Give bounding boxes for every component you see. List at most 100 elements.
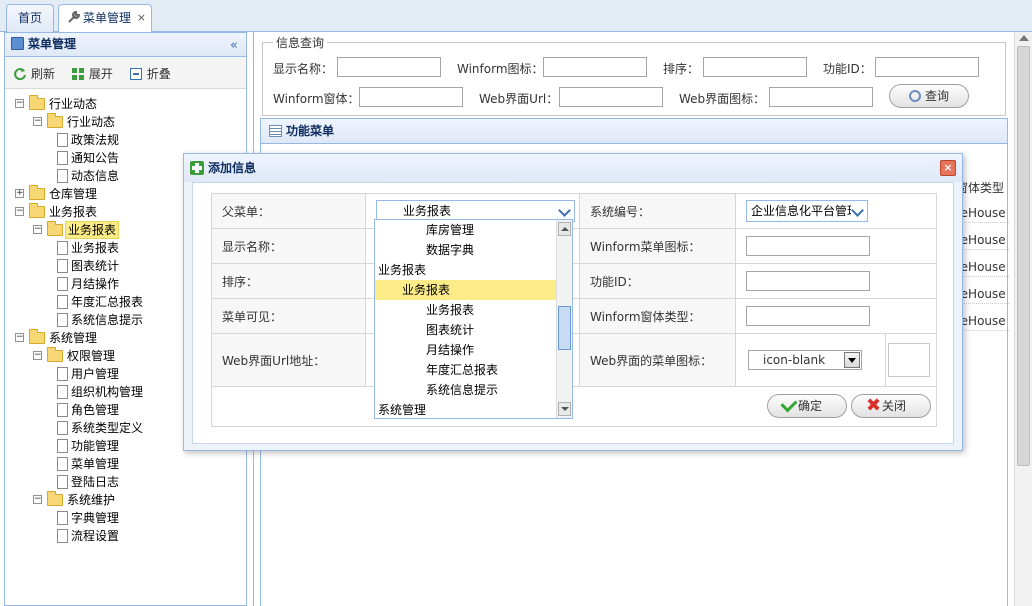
system-no-value: 企业信息化平台管理 xyxy=(751,204,860,218)
query-web-icon-input[interactable] xyxy=(769,87,873,107)
tree-node-label: 组织机构管理 xyxy=(71,385,144,399)
tree-node[interactable]: 流程设置 xyxy=(5,527,245,545)
query-sort-input[interactable] xyxy=(703,57,807,77)
web-icon-value: icon-blank xyxy=(763,353,826,367)
dropdown-item[interactable]: 业务报表 xyxy=(375,280,556,300)
page-scrollbar[interactable] xyxy=(1014,32,1032,606)
close-icon: ✖ xyxy=(866,395,882,416)
book-icon xyxy=(11,37,24,50)
tab-menu-management[interactable]: 菜单管理 × xyxy=(58,4,152,33)
winform-type-input[interactable] xyxy=(746,306,870,326)
collapse-node-icon[interactable]: − xyxy=(33,225,42,234)
folder-icon xyxy=(29,329,45,344)
tree-node-label: 流程设置 xyxy=(71,529,120,543)
tree-node-label: 业务报表 xyxy=(71,241,120,255)
scroll-down-icon[interactable] xyxy=(558,402,571,416)
dropdown-item[interactable]: 年度汇总报表 xyxy=(375,360,556,380)
tree-node[interactable]: 菜单管理 xyxy=(5,455,245,473)
collapse-node-icon[interactable]: − xyxy=(33,351,42,360)
collapse-node-icon[interactable]: − xyxy=(15,207,24,216)
web-url-label: Web界面Url地址： xyxy=(211,333,366,387)
dropdown-item[interactable]: 月结操作 xyxy=(375,340,556,360)
dialog-title: 添加信息 xyxy=(208,161,257,175)
file-icon xyxy=(57,259,68,273)
function-id-input[interactable] xyxy=(746,271,870,291)
query-winform-icon-label: Winform图标： xyxy=(457,62,544,76)
tree-node-label: 政策法规 xyxy=(71,133,120,147)
winform-icon-input[interactable] xyxy=(746,236,870,256)
grid-cell[interactable]: reHouse xyxy=(956,206,1006,220)
cancel-button[interactable]: ✖ 关闭 xyxy=(851,394,931,418)
system-no-label: 系统编号： xyxy=(579,193,736,229)
file-icon xyxy=(57,403,68,417)
query-function-id-input[interactable] xyxy=(875,57,979,77)
query-web-url-input[interactable] xyxy=(559,87,663,107)
file-icon xyxy=(57,457,68,471)
query-button[interactable]: 查询 xyxy=(889,84,969,108)
parent-menu-dropdown[interactable]: 库房管理 数据字典 业务报表 业务报表 业务报表 图表统计 月结操作 年度汇总报表 系统信息提示… xyxy=(374,219,573,419)
tree-node[interactable]: − 系统维护 xyxy=(5,491,245,509)
web-icon-select[interactable]: icon-blank xyxy=(748,350,862,370)
scroll-up-icon[interactable] xyxy=(1019,35,1029,41)
collapse-node-icon[interactable]: − xyxy=(33,495,42,504)
chevron-down-icon[interactable] xyxy=(844,352,860,368)
dropdown-item[interactable]: 图表统计 xyxy=(375,320,556,340)
tree-node[interactable]: − 行业动态 xyxy=(5,113,245,131)
tree-node[interactable]: 政策法规 xyxy=(5,131,245,149)
collapse-all-icon xyxy=(129,67,143,81)
folder-icon xyxy=(29,185,45,200)
folder-icon xyxy=(47,347,63,362)
collapse-node-icon[interactable]: − xyxy=(15,99,24,108)
query-winform-form-input[interactable] xyxy=(359,87,463,107)
collapse-button[interactable]: 折叠 xyxy=(129,65,171,82)
dropdown-scroll-thumb[interactable] xyxy=(558,306,571,350)
search-icon xyxy=(908,90,921,102)
grid-cell[interactable]: reHouse xyxy=(956,233,1006,247)
tree-node-label: 通知公告 xyxy=(71,151,120,165)
tree-node-label: 月结操作 xyxy=(71,277,120,291)
expand-node-icon[interactable]: + xyxy=(15,189,24,198)
grid-title: 功能菜单 xyxy=(286,124,335,138)
ok-button[interactable]: 确定 xyxy=(767,394,847,418)
query-winform-icon-input[interactable] xyxy=(543,57,647,77)
dropdown-item[interactable]: 业务报表 xyxy=(375,300,556,320)
chevron-down-icon[interactable] xyxy=(851,203,865,219)
chevron-down-icon[interactable] xyxy=(558,203,572,219)
dialog-header: 添加信息 × xyxy=(184,154,962,182)
tree-node-label: 用户管理 xyxy=(71,367,120,381)
tab-home[interactable]: 首页 xyxy=(6,4,54,32)
dropdown-scrollbar[interactable] xyxy=(556,220,572,418)
dropdown-item[interactable]: 系统信息提示 xyxy=(375,380,556,400)
refresh-button[interactable]: 刷新 xyxy=(13,65,55,82)
grid-column-header[interactable]: 窗体类型 xyxy=(956,179,1004,196)
dropdown-item[interactable]: 数据字典 xyxy=(375,240,556,260)
tree-node-label: 图表统计 xyxy=(71,259,120,273)
folder-icon xyxy=(29,203,45,218)
add-icon xyxy=(190,161,204,175)
display-name-label: 显示名称： xyxy=(211,228,366,264)
tree-node[interactable]: − 行业动态 xyxy=(5,95,245,113)
file-icon xyxy=(57,277,68,291)
file-icon xyxy=(57,421,68,435)
close-icon[interactable]: × xyxy=(137,5,146,31)
tree-node[interactable]: 字典管理 xyxy=(5,509,245,527)
file-icon xyxy=(57,511,68,525)
expand-button[interactable]: 展开 xyxy=(71,65,113,82)
grid-cell[interactable]: reHouse xyxy=(956,260,1006,274)
collapse-node-icon[interactable]: − xyxy=(33,117,42,126)
scroll-up-icon[interactable] xyxy=(558,222,571,236)
collapse-panel-icon[interactable]: « xyxy=(230,34,238,57)
folder-icon xyxy=(47,221,63,236)
collapse-node-icon[interactable]: − xyxy=(15,333,24,342)
dialog-close-button[interactable]: × xyxy=(940,160,956,176)
grid-cell[interactable]: reHouse xyxy=(956,314,1006,328)
query-display-name-input[interactable] xyxy=(337,57,441,77)
dropdown-item[interactable]: 系统管理 xyxy=(375,400,556,418)
dropdown-item[interactable]: 库房管理 xyxy=(375,220,556,240)
system-no-combobox[interactable]: 企业信息化平台管理 xyxy=(746,200,868,222)
tree-node[interactable]: 登陆日志 xyxy=(5,473,245,491)
dropdown-item[interactable]: 业务报表 xyxy=(375,260,556,280)
query-function-id-label: 功能ID： xyxy=(823,62,872,76)
grid-cell[interactable]: reHouse xyxy=(956,287,1006,301)
scroll-thumb[interactable] xyxy=(1017,46,1030,466)
